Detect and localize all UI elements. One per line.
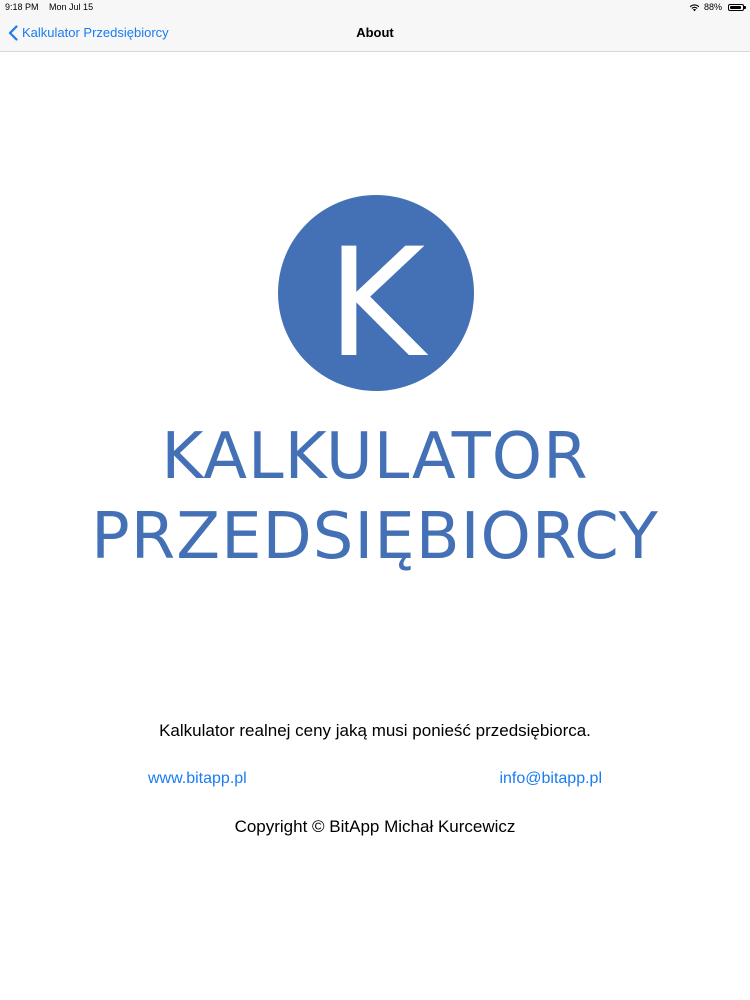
- logo-text-line2: PRZEDSIĘBIORCY: [91, 500, 659, 574]
- copyright-text: Copyright © BitApp Michał Kurcewicz: [234, 817, 516, 836]
- battery-percent: 88%: [703, 2, 722, 12]
- battery-nub: [744, 5, 746, 9]
- status-time: 9:18 PM: [5, 2, 39, 12]
- battery-icon: [728, 3, 746, 11]
- status-date: Mon Jul 15: [49, 2, 94, 12]
- app-logo: K KALKULATOR PRZEDSIĘBIORCY: [0, 195, 750, 585]
- navigation-bar: Kalkulator Przedsiębiorcy About: [0, 14, 750, 52]
- logo-circle: K: [278, 195, 474, 391]
- website-link[interactable]: www.bitapp.pl: [148, 768, 247, 790]
- logo-text-line1: KALKULATOR: [161, 420, 589, 494]
- battery-fill: [730, 5, 741, 9]
- logo-letter: K: [327, 217, 429, 391]
- status-bar: 9:18 PM Mon Jul 15 88%: [0, 0, 750, 14]
- email-link[interactable]: info@bitapp.pl: [499, 768, 602, 790]
- about-screen: 9:18 PM Mon Jul 15 88% Kalkulator Przeds…: [0, 0, 750, 1000]
- status-left: 9:18 PM Mon Jul 15: [5, 0, 101, 14]
- status-right: 88%: [689, 0, 746, 14]
- page-title: About: [356, 25, 394, 40]
- wifi-icon: [689, 3, 700, 11]
- app-description: Kalkulator realnej ceny jaką musi ponieś…: [159, 721, 591, 740]
- logo-letter-k: K: [327, 217, 429, 391]
